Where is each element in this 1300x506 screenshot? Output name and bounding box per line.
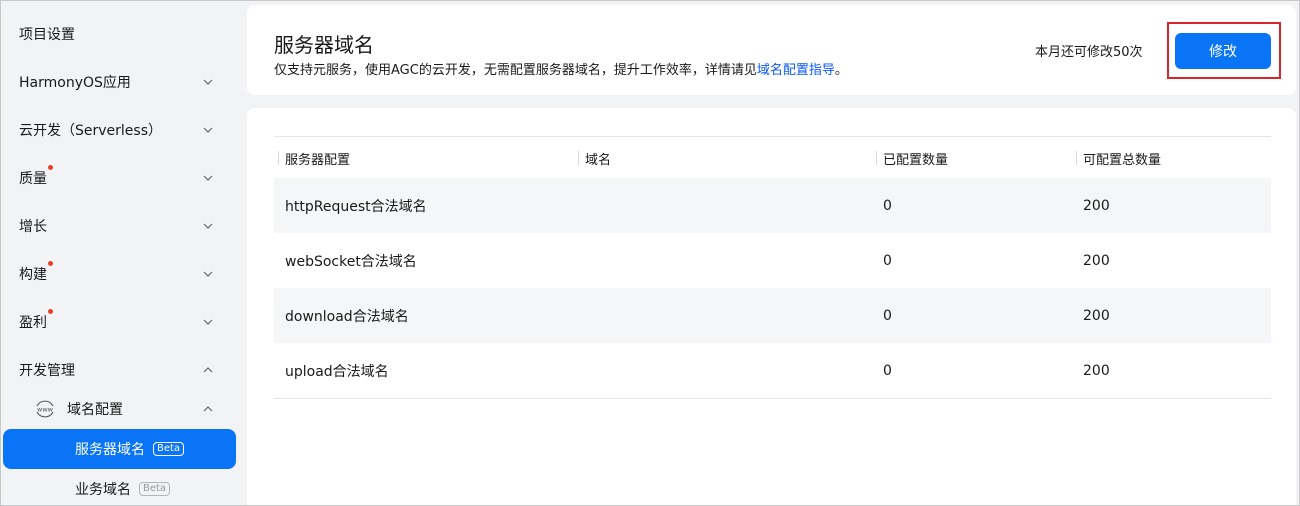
sidebar-item-build[interactable]: 构建: [2, 250, 245, 298]
chevron-down-icon: [202, 172, 214, 184]
table-cell: [574, 288, 872, 343]
table-cell: upload合法域名: [285, 363, 389, 380]
beta-badge: Beta: [153, 442, 185, 456]
sidebar-item-text: 云开发（Serverless）: [19, 123, 163, 139]
column-header: 已配置数量: [872, 137, 1072, 179]
chevron-down-icon: [202, 316, 214, 328]
server-domain-table: 服务器配置 域名 已配置数量 可配置总数量 httpRequest合法域名 0 …: [274, 136, 1271, 399]
sidebar-item-dev-management[interactable]: 开发管理: [2, 346, 245, 394]
table-row: upload合法域名 0 200: [274, 343, 1271, 398]
column-header: 域名: [574, 137, 872, 179]
table-cell: 0: [883, 362, 892, 379]
chevron-down-icon: [202, 124, 214, 136]
table-cell: [574, 178, 872, 233]
table-cell: 200: [1083, 252, 1110, 269]
table-row: httpRequest合法域名 0 200: [274, 178, 1271, 233]
sidebar-item-text: 构建: [19, 267, 47, 283]
sidebar-item-growth[interactable]: 增长: [2, 202, 245, 250]
chevron-down-icon: [202, 220, 214, 232]
chevron-up-icon: [202, 403, 214, 415]
sidebar-item-label: 质量: [19, 165, 53, 188]
sidebar-item-label: 增长: [19, 216, 47, 236]
column-header: 可配置总数量: [1072, 137, 1271, 179]
table-row: download合法域名 0 200: [274, 288, 1271, 343]
table-cell: httpRequest合法域名: [285, 198, 427, 215]
sidebar-item-label: 开发管理: [19, 360, 75, 380]
beta-badge: Beta: [139, 482, 171, 496]
column-header: 服务器配置: [274, 137, 574, 179]
page-description: 仅支持元服务，使用AGC的云开发，无需配置服务器域名，提升工作效率，详情请见域名…: [274, 59, 848, 78]
table-cell: [574, 343, 872, 398]
sidebar-item-monetize[interactable]: 盈利: [2, 298, 245, 346]
table-cell: 200: [1083, 307, 1110, 324]
sidebar-item-label: 盈利: [19, 309, 53, 332]
table-cell: 200: [1083, 197, 1110, 214]
notification-dot: [48, 261, 53, 266]
sidebar-item-text: 盈利: [19, 315, 47, 331]
page-title: 服务器域名: [274, 33, 374, 57]
table-cell: 200: [1083, 362, 1110, 379]
chevron-up-icon: [202, 364, 214, 376]
sidebar-item-project-settings[interactable]: 项目设置: [2, 10, 245, 58]
sidebar-item-label: HarmonyOS应用: [19, 72, 131, 92]
table-cell: download合法域名: [285, 308, 409, 325]
domain-config-guide-link[interactable]: 域名配置指导: [757, 63, 835, 78]
table-cell: [574, 233, 872, 288]
table-cell: 0: [883, 197, 892, 214]
table-header: 服务器配置 域名 已配置数量 可配置总数量: [274, 136, 1271, 178]
sidebar-item-harmonyos[interactable]: HarmonyOS应用: [2, 58, 245, 106]
sidebar-item-server-domain[interactable]: 服务器域名 Beta: [3, 429, 236, 469]
sidebar-item-label: 业务域名: [75, 482, 131, 498]
sidebar-item-domain-config[interactable]: www 域名配置: [2, 391, 245, 427]
app-frame: 项目设置 HarmonyOS应用 云开发（Serverless） 质量 增长 构…: [0, 0, 1300, 506]
sidebar-item-business-domain[interactable]: 业务域名 Beta: [3, 469, 236, 505]
modification-quota: 本月还可修改50次: [1035, 45, 1143, 60]
sidebar: 项目设置 HarmonyOS应用 云开发（Serverless） 质量 增长 构…: [2, 2, 245, 505]
table-cell: 0: [883, 252, 892, 269]
sidebar-item-serverless[interactable]: 云开发（Serverless）: [2, 106, 245, 154]
sidebar-item-label: 域名配置: [67, 402, 123, 418]
sidebar-item-text: HarmonyOS应用: [19, 75, 131, 91]
table-row: webSocket合法域名 0 200: [274, 233, 1271, 288]
sidebar-item-label: 构建: [19, 261, 53, 284]
table-card: 服务器配置 域名 已配置数量 可配置总数量 httpRequest合法域名 0 …: [247, 108, 1296, 505]
notification-dot: [48, 309, 53, 314]
www-icon: www: [34, 399, 56, 419]
sidebar-item-label: 项目设置: [19, 27, 75, 43]
sidebar-item-text: 增长: [19, 219, 47, 235]
notification-dot: [48, 165, 53, 170]
sidebar-item-text: 开发管理: [19, 363, 75, 379]
chevron-down-icon: [202, 268, 214, 280]
table-cell: 0: [883, 307, 892, 324]
sidebar-item-quality[interactable]: 质量: [2, 154, 245, 202]
svg-text:www: www: [37, 405, 54, 413]
description-text: 仅支持元服务，使用AGC的云开发，无需配置服务器域名，提升工作效率，详情请见: [274, 63, 757, 78]
sidebar-item-label: 云开发（Serverless）: [19, 120, 162, 140]
sidebar-item-label: 服务器域名: [75, 442, 145, 458]
header-card: 服务器域名 仅支持元服务，使用AGC的云开发，无需配置服务器域名，提升工作效率，…: [247, 5, 1296, 95]
table-body: httpRequest合法域名 0 200 webSocket合法域名 0 20…: [274, 178, 1271, 399]
chevron-down-icon: [202, 76, 214, 88]
description-suffix: 。: [834, 63, 848, 78]
edit-button[interactable]: 修改: [1175, 33, 1271, 69]
table-cell: webSocket合法域名: [285, 253, 417, 270]
sidebar-item-text: 质量: [19, 171, 47, 187]
